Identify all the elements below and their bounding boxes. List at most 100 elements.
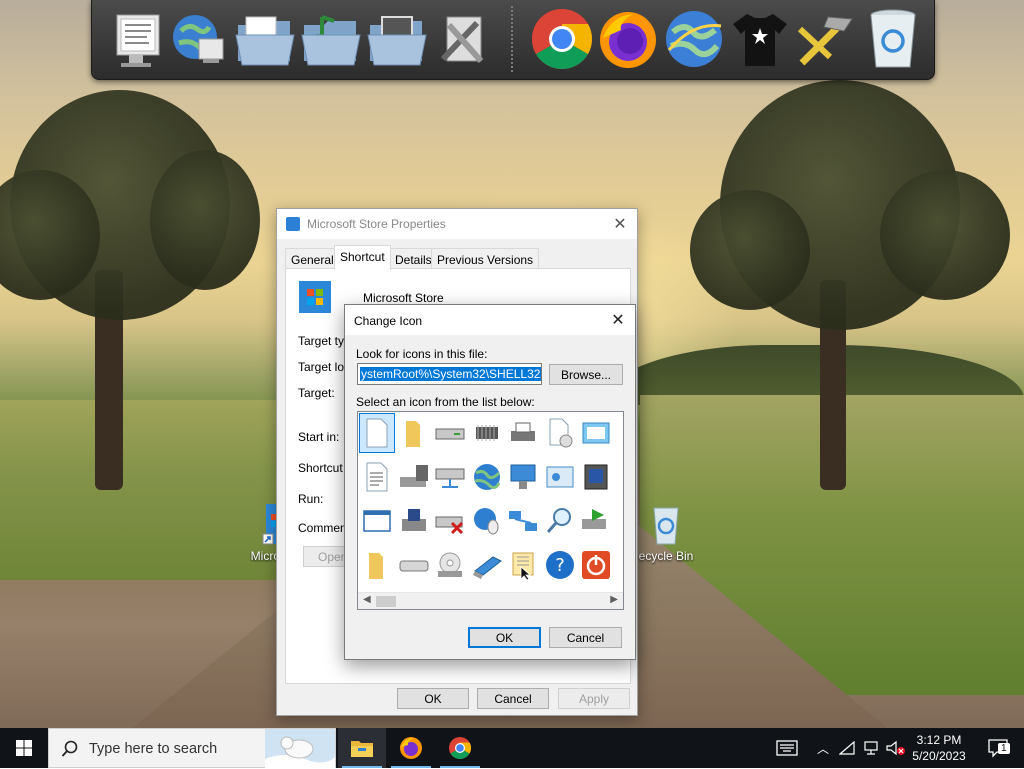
icon-option[interactable] bbox=[359, 457, 395, 497]
icon-option[interactable] bbox=[505, 457, 541, 497]
tray-network-button[interactable] bbox=[836, 728, 858, 768]
monitor-icon bbox=[472, 556, 502, 579]
icon-option[interactable] bbox=[396, 545, 432, 585]
start-button[interactable] bbox=[0, 728, 48, 768]
icon-option[interactable] bbox=[359, 545, 395, 585]
recycle-bin-icon bbox=[870, 9, 916, 68]
desktop-icon-recycle-bin[interactable]: ecycle Bin bbox=[628, 502, 704, 564]
run-label: Run: bbox=[298, 492, 324, 506]
icon-option[interactable] bbox=[359, 501, 395, 541]
tray-keyboard-button[interactable] bbox=[770, 728, 804, 768]
icon-list[interactable]: ? ◀ ▶ bbox=[357, 411, 624, 610]
printer-icon bbox=[511, 422, 535, 441]
dock-item-tools[interactable] bbox=[430, 6, 496, 72]
icon-option[interactable] bbox=[432, 501, 468, 541]
properties-cancel-button[interactable]: Cancel bbox=[477, 688, 549, 709]
icon-option[interactable] bbox=[578, 501, 614, 541]
target-type-label: Target typ bbox=[298, 334, 351, 348]
icon-option[interactable]: ? bbox=[542, 545, 578, 585]
app-name: Microsoft Store bbox=[363, 291, 444, 305]
icon-option[interactable] bbox=[505, 545, 541, 585]
taskbar-firefox[interactable] bbox=[387, 728, 435, 768]
dock-item-tshirt[interactable] bbox=[727, 6, 793, 72]
tray-show-hidden-button[interactable]: ︿ bbox=[812, 728, 834, 768]
icon-option[interactable] bbox=[469, 545, 505, 585]
icon-file-path-input[interactable]: ystemRoot%\System32\SHELL32.dll bbox=[357, 363, 542, 385]
icon-option[interactable] bbox=[578, 457, 614, 497]
world-mouse-icon bbox=[473, 508, 498, 535]
control-panel-icon bbox=[546, 466, 573, 488]
tab-general[interactable]: General bbox=[285, 248, 340, 269]
network-drive-icon bbox=[435, 468, 465, 488]
icon-option[interactable] bbox=[432, 413, 468, 453]
text-document-icon bbox=[366, 462, 388, 492]
icon-option[interactable] bbox=[469, 457, 505, 497]
dock-item-documents-folder[interactable] bbox=[232, 6, 298, 72]
dock-item-internet-explorer[interactable] bbox=[661, 6, 727, 72]
globe-icon bbox=[473, 464, 500, 490]
icon-option[interactable] bbox=[396, 457, 432, 497]
tray-volume-button[interactable] bbox=[884, 728, 908, 768]
action-center-button[interactable]: 1 bbox=[978, 728, 1018, 768]
help-icon: ? bbox=[545, 551, 574, 579]
icon-option[interactable] bbox=[578, 413, 614, 453]
network-computer-icon bbox=[510, 464, 536, 489]
icon-option[interactable] bbox=[469, 501, 505, 541]
taskbar: Type here to search ︿ 3:12 PM 5/20/2023 … bbox=[0, 728, 1024, 769]
dock-item-network-globe[interactable] bbox=[166, 6, 232, 72]
notification-count-badge: 1 bbox=[998, 743, 1010, 754]
properties-titlebar[interactable]: Microsoft Store Properties ✕ bbox=[277, 209, 637, 239]
tray-clock[interactable]: 3:12 PM 5/20/2023 bbox=[908, 728, 970, 768]
target-label: Target: bbox=[298, 386, 335, 400]
dock-item-recycle-bin[interactable] bbox=[860, 6, 926, 72]
icon-option[interactable] bbox=[578, 545, 614, 585]
window-icon bbox=[582, 422, 610, 444]
icon-option[interactable] bbox=[432, 545, 468, 585]
taskbar-search-box[interactable]: Type here to search bbox=[48, 728, 336, 769]
change-icon-close-button[interactable]: ✕ bbox=[603, 308, 633, 332]
tray-connection-button[interactable] bbox=[860, 728, 882, 768]
dock-item-hammer[interactable] bbox=[793, 6, 859, 72]
icon-option[interactable] bbox=[505, 501, 541, 541]
dock-item-system-properties[interactable] bbox=[102, 6, 168, 72]
change-icon-cancel-button[interactable]: Cancel bbox=[549, 627, 622, 648]
tab-previous-versions[interactable]: Previous Versions bbox=[431, 248, 540, 269]
properties-close-button[interactable]: ✕ bbox=[605, 212, 635, 236]
icon-option[interactable] bbox=[542, 413, 578, 453]
properties-apply-button[interactable]: Apply bbox=[558, 688, 630, 709]
change-icon-titlebar[interactable]: Change Icon ✕ bbox=[345, 305, 635, 335]
icon-option[interactable] bbox=[396, 501, 432, 541]
change-icon-ok-button[interactable]: OK bbox=[468, 627, 541, 648]
icon-option[interactable] bbox=[542, 457, 578, 497]
icon-option[interactable] bbox=[396, 413, 432, 453]
search-icon bbox=[61, 740, 78, 757]
shortcut-app-icon bbox=[286, 217, 300, 231]
dock-bar bbox=[91, 0, 935, 80]
tab-shortcut[interactable]: Shortcut bbox=[334, 245, 391, 270]
dock-item-chrome[interactable] bbox=[529, 6, 595, 72]
dock-item-firefox[interactable] bbox=[595, 6, 661, 72]
pictures-folder-icon bbox=[367, 16, 427, 66]
dock-item-music-folder[interactable] bbox=[298, 6, 364, 72]
tools-icon bbox=[440, 16, 484, 63]
cd-drive-icon bbox=[438, 552, 462, 577]
clock-time: 3:12 PM bbox=[916, 733, 962, 747]
taskbar-chrome[interactable] bbox=[436, 728, 484, 768]
scroll-left-icon[interactable]: ◀ bbox=[363, 594, 371, 605]
properties-ok-button[interactable]: OK bbox=[397, 688, 469, 709]
network-connections-icon bbox=[509, 511, 537, 531]
hammer-icon bbox=[797, 16, 853, 66]
icon-option[interactable] bbox=[505, 413, 541, 453]
microsoft-store-icon bbox=[299, 281, 331, 313]
icon-file-path-value: ystemRoot%\System32\SHELL32.dll bbox=[360, 367, 541, 381]
browse-button[interactable]: Browse... bbox=[549, 364, 623, 385]
icon-option[interactable] bbox=[469, 413, 505, 453]
icon-option[interactable] bbox=[432, 457, 468, 497]
dock-item-pictures-folder[interactable] bbox=[364, 6, 430, 72]
scroll-thumb[interactable] bbox=[376, 596, 396, 607]
icon-option[interactable] bbox=[359, 413, 395, 453]
scroll-right-icon[interactable]: ▶ bbox=[610, 594, 618, 605]
taskbar-file-explorer[interactable] bbox=[338, 728, 386, 768]
icon-option[interactable] bbox=[542, 501, 578, 541]
icon-list-scrollbar[interactable]: ◀ ▶ bbox=[358, 592, 623, 609]
